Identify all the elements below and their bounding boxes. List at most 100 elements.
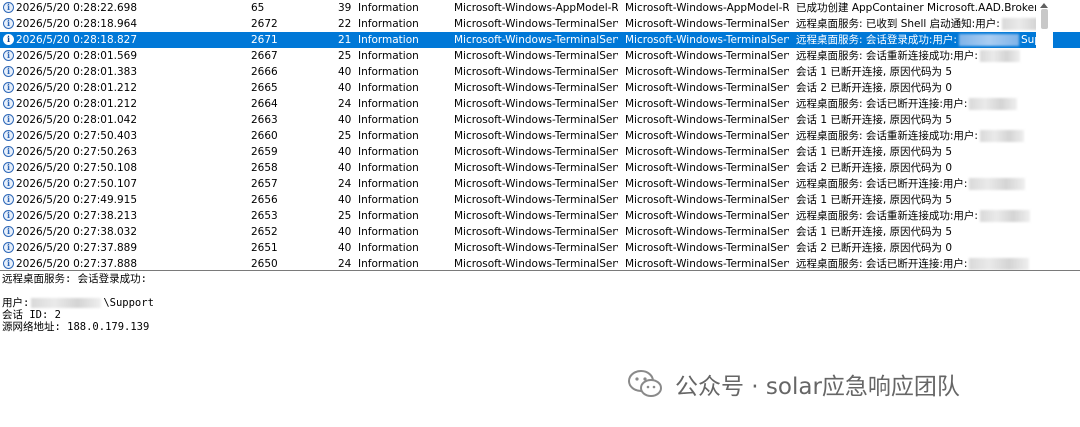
- event-date-cell: 2026/5/20 0:27:38.213: [16, 210, 138, 222]
- event-level-cell: i: [3, 160, 15, 176]
- redacted-username: [979, 50, 1020, 62]
- event-general-text: 远程桌面服务: 会话已断开连接:用户:: [796, 98, 968, 110]
- event-row[interactable]: i 2026/5/20 0:27:38.213 2653 25 Information M…: [0, 208, 1080, 224]
- event-level-text-cell: Information: [358, 258, 419, 270]
- event-level-text-cell: Information: [358, 114, 419, 126]
- event-general-cell: 远程桌面服务: 会话重新连接成功:用户:: [796, 208, 1036, 224]
- event-general-text: 会话 1 已断开连接, 原因代码为 5: [796, 66, 953, 78]
- event-id-cell: 2672: [251, 18, 278, 30]
- event-general-cell: 会话 2 已断开连接, 原因代码为 0: [796, 160, 1036, 176]
- event-level-text-cell: Information: [358, 2, 419, 14]
- redacted-username: [979, 210, 1030, 222]
- event-log-cell: Microsoft-Windows-TerminalServic...: [625, 178, 789, 190]
- detail-title: 远程桌面服务: 会话登录成功:: [2, 273, 147, 285]
- event-log-cell: Microsoft-Windows-TerminalServic...: [625, 226, 789, 238]
- event-level-text-cell: Information: [358, 34, 419, 46]
- event-general-text: 会话 2 已断开连接, 原因代码为 0: [796, 162, 953, 174]
- event-source-cell: Microsoft-Windows-TerminalServic...: [454, 114, 618, 126]
- information-icon: i: [3, 81, 14, 93]
- event-level-text-cell: Information: [358, 130, 419, 142]
- event-source-cell: Microsoft-Windows-TerminalServic...: [454, 258, 618, 270]
- event-general-cell: 远程桌面服务: 会话登录成功:用户: Sup...: [796, 32, 1036, 48]
- event-row[interactable]: i 2026/5/20 0:27:50.107 2657 24 Information M…: [0, 176, 1080, 192]
- event-id-cell: 2651: [251, 242, 278, 254]
- event-level-cell: i: [3, 96, 15, 112]
- event-general-cell: 远程桌面服务: 会话重新连接成功:用户:: [796, 128, 1036, 144]
- event-general-text: 远程桌面服务: 会话重新连接成功:用户:: [796, 210, 978, 222]
- event-level-cell: i: [3, 256, 15, 271]
- event-general-text: 会话 1 已断开连接, 原因代码为 5: [796, 194, 953, 206]
- event-row[interactable]: i 2026/5/20 0:28:01.212 2665 40 Information M…: [0, 80, 1080, 96]
- event-row[interactable]: i 2026/5/20 0:27:50.108 2658 40 Information M…: [0, 160, 1080, 176]
- wechat-icon: [628, 370, 662, 397]
- event-task-cell: 40: [338, 146, 352, 158]
- event-level-cell: i: [3, 48, 15, 64]
- event-row[interactable]: i 2026/5/20 0:28:22.698 65 39 Information Mic…: [0, 0, 1080, 16]
- event-date-cell: 2026/5/20 0:27:50.403: [16, 130, 138, 142]
- event-general-cell: 会话 2 已断开连接, 原因代码为 0: [796, 240, 1036, 256]
- event-level-text-cell: Information: [358, 50, 419, 62]
- information-icon: i: [3, 113, 14, 125]
- event-level-cell: i: [3, 16, 15, 32]
- event-log-cell: Microsoft-Windows-AppModel-Ru...: [625, 2, 789, 14]
- scroll-thumb[interactable]: [1041, 9, 1048, 29]
- event-task-cell: 24: [338, 98, 352, 110]
- event-level-text-cell: Information: [358, 98, 419, 110]
- event-level-cell: i: [3, 176, 15, 192]
- event-id-cell: 2659: [251, 146, 278, 158]
- event-row[interactable]: i 2026/5/20 0:27:50.403 2660 25 Information M…: [0, 128, 1080, 144]
- event-list[interactable]: i 2026/5/20 0:28:22.698 65 39 Information Mic…: [0, 0, 1080, 271]
- detail-source-address-line: 源网络地址: 188.0.179.139: [2, 321, 150, 333]
- event-log-cell: Microsoft-Windows-TerminalServic...: [625, 194, 789, 206]
- event-general-cell: 会话 1 已断开连接, 原因代码为 5: [796, 64, 1036, 80]
- event-date-cell: 2026/5/20 0:28:01.212: [16, 98, 138, 110]
- event-log-cell: Microsoft-Windows-TerminalServic...: [625, 130, 789, 142]
- event-task-cell: 25: [338, 210, 352, 222]
- event-date-cell: 2026/5/20 0:27:50.263: [16, 146, 138, 158]
- event-log-cell: Microsoft-Windows-TerminalServic...: [625, 242, 789, 254]
- scroll-up-arrow-icon[interactable]: [1040, 3, 1048, 8]
- event-row[interactable]: i 2026/5/20 0:27:37.888 2650 24 Information M…: [0, 256, 1080, 271]
- event-row[interactable]: i 2026/5/20 0:27:38.032 2652 40 Information M…: [0, 224, 1080, 240]
- event-general-text: 远程桌面服务: 会话重新连接成功:用户:: [796, 130, 978, 142]
- event-task-cell: 40: [338, 66, 352, 78]
- event-general-text: 会话 2 已断开连接, 原因代码为 0: [796, 242, 953, 254]
- event-source-cell: Microsoft-Windows-TerminalServic...: [454, 50, 618, 62]
- event-row[interactable]: i 2026/5/20 0:27:50.263 2659 40 Information M…: [0, 144, 1080, 160]
- information-icon: i: [3, 1, 14, 13]
- event-row[interactable]: i 2026/5/20 0:28:01.569 2667 25 Information M…: [0, 48, 1080, 64]
- event-id-cell: 2664: [251, 98, 278, 110]
- vertical-scrollbar[interactable]: [1036, 0, 1053, 271]
- event-row[interactable]: i 2026/5/20 0:28:01.212 2664 24 Information M…: [0, 96, 1080, 112]
- event-source-cell: Microsoft-Windows-TerminalServic...: [454, 82, 618, 94]
- event-row[interactable]: i 2026/5/20 0:27:49.915 2656 40 Information M…: [0, 192, 1080, 208]
- event-id-cell: 2671: [251, 34, 278, 46]
- event-log-cell: Microsoft-Windows-TerminalServic...: [625, 210, 789, 222]
- event-task-cell: 40: [338, 162, 352, 174]
- event-general-cell: 远程桌面服务: 会话已断开连接:用户:: [796, 176, 1036, 192]
- event-row[interactable]: i 2026/5/20 0:28:18.964 2672 22 Information M…: [0, 16, 1080, 32]
- watermark-text: 公众号 · solar应急响应团队: [675, 374, 960, 400]
- event-task-cell: 22: [338, 18, 352, 30]
- information-icon: i: [3, 209, 14, 221]
- event-row[interactable]: i 2026/5/20 0:27:37.889 2651 40 Information M…: [0, 240, 1080, 256]
- event-level-text-cell: Information: [358, 82, 419, 94]
- event-row[interactable]: i 2026/5/20 0:28:01.383 2666 40 Information M…: [0, 64, 1080, 80]
- event-general-cell: 已成功创建 AppContainer Microsoft.AAD.BrokerP…: [796, 0, 1036, 16]
- redacted-username: [1001, 18, 1036, 30]
- event-row[interactable]: i 2026/5/20 0:28:01.042 2663 40 Information M…: [0, 112, 1080, 128]
- event-general-text: 远程桌面服务: 已收到 Shell 启动通知:用户:: [796, 18, 1000, 30]
- event-general-cell: 会话 1 已断开连接, 原因代码为 5: [796, 224, 1036, 240]
- pane-divider[interactable]: [0, 270, 1080, 271]
- event-source-cell: Microsoft-Windows-TerminalServic...: [454, 66, 618, 78]
- event-general-suffix: Sup...: [1020, 34, 1036, 46]
- event-general-cell: 会话 1 已断开连接, 原因代码为 5: [796, 112, 1036, 128]
- event-source-cell: Microsoft-Windows-TerminalServic...: [454, 18, 618, 30]
- event-level-cell: i: [3, 240, 15, 256]
- event-general-text: 远程桌面服务: 会话重新连接成功:用户:: [796, 50, 978, 62]
- event-source-cell: Microsoft-Windows-TerminalServic...: [454, 226, 618, 238]
- event-date-cell: 2026/5/20 0:27:37.889: [16, 242, 138, 254]
- event-general-text: 已成功创建 AppContainer Microsoft.AAD.BrokerP…: [796, 2, 1036, 14]
- event-row[interactable]: i 2026/5/20 0:28:18.827 2671 21 Information M…: [0, 32, 1080, 48]
- event-task-cell: 40: [338, 226, 352, 238]
